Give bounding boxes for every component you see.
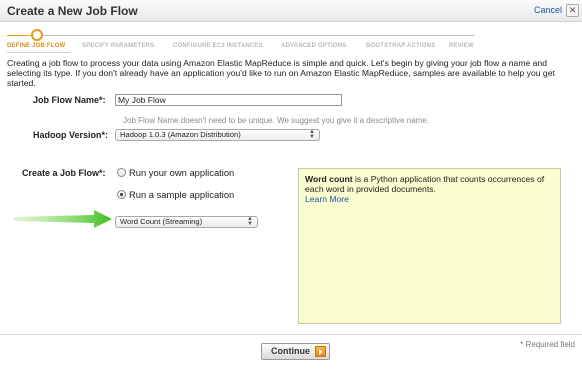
job-flow-name-label: Job Flow Name*:	[33, 95, 106, 105]
wizard-step-advanced-options: ADVANCED OPTIONS	[281, 43, 347, 49]
green-arrow-icon	[14, 210, 112, 228]
radio-own-label: Run your own application	[129, 167, 235, 178]
wizard-step-configure-ec2: CONFIGURE EC2 INSTANCES	[173, 43, 263, 49]
wizard-track	[7, 35, 475, 36]
radio-sample-label: Run a sample application	[129, 189, 235, 200]
wizard-step-bootstrap-actions: BOOTSTRAP ACTIONS	[366, 43, 436, 49]
continue-label: Continue	[271, 346, 310, 356]
hadoop-version-select[interactable]: Hadoop 1.0.3 (Amazon Distribution) ▲ ▼	[115, 129, 320, 141]
wizard-step-specify-parameters: SPECIFY PARAMETERS	[82, 43, 155, 49]
close-icon[interactable]: ✕	[566, 4, 579, 17]
learn-more-link[interactable]: Learn More	[305, 194, 554, 204]
radio-own-icon[interactable]	[117, 168, 126, 177]
sample-name: Word count	[305, 174, 353, 184]
wizard-progress: DEFINE JOB FLOW SPECIFY PARAMETERS CONFI…	[0, 24, 582, 54]
intro-text: Creating a job flow to process your data…	[7, 58, 555, 88]
sample-application-select[interactable]: Word Count (Streaming) ▲ ▼	[115, 216, 258, 228]
job-flow-name-hint: Job Flow Name doesn't need to be unique.…	[123, 116, 429, 125]
wizard-active-underline	[7, 52, 70, 53]
required-field-note: * Required field	[520, 340, 575, 349]
cancel-link[interactable]: Cancel	[534, 5, 562, 15]
arrow-right-icon	[315, 346, 326, 357]
hadoop-version-label: Hadoop Version*:	[33, 130, 109, 140]
footer-divider	[0, 334, 582, 335]
radio-sample-icon[interactable]	[117, 190, 126, 199]
create-job-flow-label: Create a Job Flow*:	[22, 168, 106, 178]
job-flow-name-input[interactable]	[115, 94, 342, 106]
hadoop-version-value: Hadoop 1.0.3 (Amazon Distribution)	[120, 130, 241, 139]
continue-button[interactable]: Continue	[261, 343, 330, 360]
select-arrows-icon: ▲ ▼	[309, 129, 315, 140]
select-arrows-icon: ▲ ▼	[247, 216, 253, 227]
dialog-title: Create a New Job Flow	[7, 4, 138, 18]
radio-run-own-application[interactable]: Run your own application	[117, 167, 234, 178]
dialog-titlebar: Create a New Job Flow Cancel ✕	[0, 0, 582, 22]
radio-run-sample-application[interactable]: Run a sample application	[117, 189, 234, 200]
wizard-current-step-icon	[31, 29, 43, 41]
wizard-step-review: REVIEW	[449, 43, 474, 49]
wizard-step-define-job-flow: DEFINE JOB FLOW	[7, 43, 66, 49]
sample-description-box: Word count is a Python application that …	[298, 168, 561, 324]
sample-application-value: Word Count (Streaming)	[120, 217, 203, 226]
